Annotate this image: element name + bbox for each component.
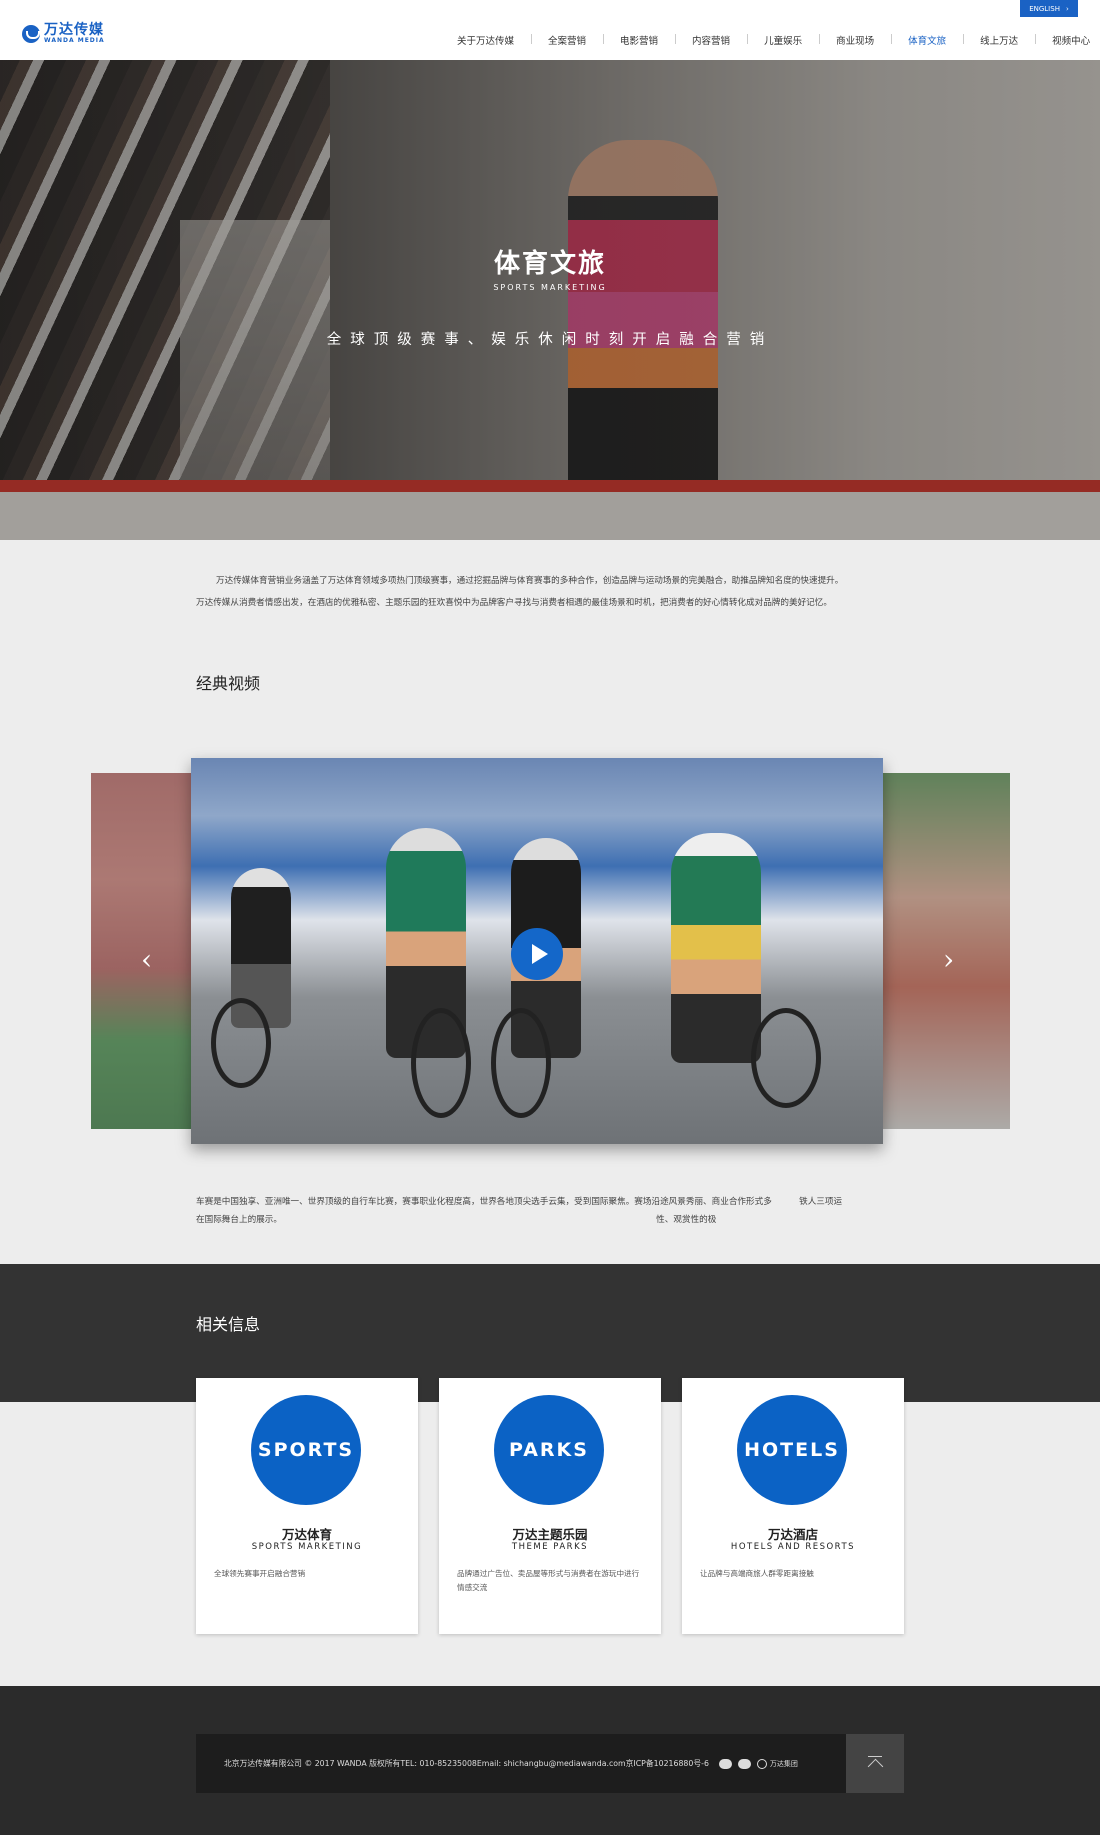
- hero-banner: 体育文旅 SPORTS MARKETING 全球顶级赛事、娱乐休闲时刻开启融合营…: [0, 60, 1100, 540]
- nav-item-full-marketing[interactable]: 全案营销: [531, 33, 603, 47]
- site-header: 万达传媒 WANDA MEDIA ENGLISH › 关于万达传媒 全案营销 电…: [0, 0, 1100, 60]
- video-description-line-2: 在国际舞台上的展示。 性、观赏性的极: [196, 1215, 717, 1225]
- card-sports[interactable]: SPORTS 万达体育 SPORTS MARKETING 全球领先赛事开启融合营…: [196, 1378, 418, 1634]
- nav-item-online-wanda[interactable]: 线上万达: [963, 33, 1035, 47]
- intro-text: 万达传媒体育营销业务涵盖了万达体育领域多项热门顶级赛事，通过挖掘品牌与体育赛事的…: [196, 570, 906, 614]
- logo-mark-icon: [22, 24, 40, 43]
- hero-title: 体育文旅: [493, 249, 606, 279]
- related-section-title: 相关信息: [196, 1315, 261, 1334]
- video-description-line-1: 车赛是中国独享、亚洲唯一、世界顶级的自行车比赛，赛事职业化程度高，世界各地顶尖选…: [196, 1197, 843, 1207]
- video-section-title: 经典视频: [196, 674, 261, 693]
- footer-copyright: 北京万达传媒有限公司 © 2017 WANDA 版权所有TEL: 010-852…: [224, 1759, 709, 1768]
- nav-item-content-marketing[interactable]: 内容营销: [675, 33, 747, 47]
- intro-paragraph-2: 万达传媒从消费者情感出发，在酒店的优雅私密、主题乐园的狂欢喜悦中为品牌客户寻找与…: [196, 598, 832, 608]
- carousel-next-slide[interactable]: ›: [883, 773, 1010, 1129]
- nav-item-commercial-venues[interactable]: 商业现场: [819, 33, 891, 47]
- wanda-group-logo-text: 万达集团: [769, 1759, 798, 1768]
- chevron-left-icon[interactable]: ‹: [141, 943, 152, 976]
- card-title-cn: 万达体育: [281, 1527, 332, 1542]
- cyclist-image: [671, 833, 761, 1063]
- wanda-group-logo: 万达集团: [756, 1758, 798, 1769]
- sports-badge: SPORTS: [251, 1395, 361, 1505]
- play-icon[interactable]: [511, 928, 563, 980]
- chevron-right-icon: ›: [1065, 4, 1069, 13]
- logo-en-text: WANDA MEDIA: [44, 37, 105, 44]
- nav-item-video-center[interactable]: 视频中心: [1035, 33, 1100, 47]
- card-title-en: THEME PARKS: [511, 1542, 589, 1552]
- card-description: 让品牌与高端商旅人群零距离接触: [700, 1569, 814, 1578]
- wanda-media-logo[interactable]: 万达传媒 WANDA MEDIA: [22, 23, 105, 44]
- card-description: 全球领先赛事开启融合营销: [214, 1569, 306, 1578]
- wechat-icon[interactable]: [718, 1758, 732, 1769]
- video-description: 车赛是中国独享、亚洲唯一、世界顶级的自行车比赛，赛事职业化程度高，世界各地顶尖选…: [196, 1193, 906, 1229]
- hero-slogan: 全球顶级赛事、娱乐休闲时刻开启融合营销: [326, 332, 774, 348]
- nav-item-sports-tourism[interactable]: 体育文旅: [891, 33, 963, 47]
- hotels-badge: HOTELS: [737, 1395, 847, 1505]
- site-footer: 北京万达传媒有限公司 © 2017 WANDA 版权所有TEL: 010-852…: [0, 1686, 1100, 1835]
- card-title-en: HOTELS AND RESORTS: [730, 1542, 856, 1552]
- back-to-top-button[interactable]: [846, 1734, 904, 1793]
- footer-bar: 北京万达传媒有限公司 © 2017 WANDA 版权所有TEL: 010-852…: [196, 1734, 846, 1793]
- chevron-right-icon[interactable]: ›: [943, 943, 954, 976]
- video-thumbnail-cycling[interactable]: [191, 758, 883, 1144]
- nav-item-film-marketing[interactable]: 电影营销: [603, 33, 675, 47]
- intro-paragraph-1: 万达传媒体育营销业务涵盖了万达体育领域多项热门顶级赛事，通过挖掘品牌与体育赛事的…: [216, 576, 844, 586]
- card-title-en: SPORTS MARKETING: [251, 1542, 363, 1552]
- carousel-prev-slide[interactable]: ‹: [91, 773, 191, 1129]
- weibo-icon[interactable]: [737, 1758, 751, 1769]
- wanda-group-logo-icon: [756, 1758, 767, 1769]
- logo-cn-text: 万达传媒: [44, 22, 104, 38]
- card-parks[interactable]: PARKS 万达主题乐园 THEME PARKS 品牌通过广告位、卖品屋等形式与…: [439, 1378, 661, 1634]
- parks-badge: PARKS: [494, 1395, 604, 1505]
- card-title-cn: 万达酒店: [767, 1527, 818, 1542]
- english-language-button[interactable]: ENGLISH ›: [1020, 0, 1078, 17]
- card-title-cn: 万达主题乐园: [512, 1527, 588, 1542]
- main-nav: 关于万达传媒 全案营销 电影营销 内容营销 儿童娱乐 商业现场 体育文旅 线上万…: [440, 33, 1100, 47]
- nav-item-about[interactable]: 关于万达传媒: [440, 33, 531, 47]
- hero-subtitle: SPORTS MARKETING: [493, 283, 607, 292]
- lang-button-label: ENGLISH: [1029, 4, 1060, 13]
- card-description: 品牌通过广告位、卖品屋等形式与消费者在游玩中进行情感交流: [457, 1569, 640, 1592]
- card-hotels[interactable]: HOTELS 万达酒店 HOTELS AND RESORTS 让品牌与高端商旅人…: [682, 1378, 904, 1634]
- nav-item-kids-entertainment[interactable]: 儿童娱乐: [747, 33, 819, 47]
